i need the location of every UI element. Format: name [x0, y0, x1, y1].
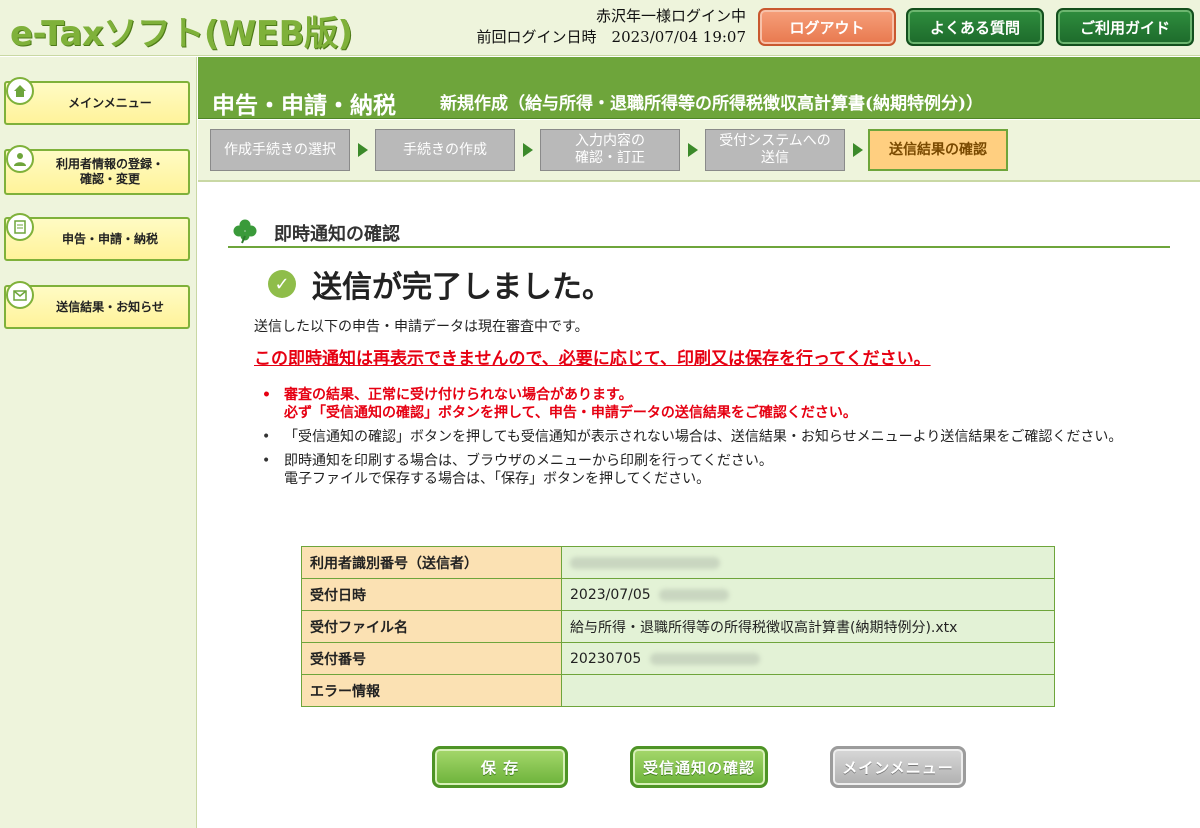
review-note: 送信した以下の申告・申請データは現在審査中です。: [254, 319, 589, 335]
step-arrow-icon: [358, 143, 368, 157]
table-row: 受付日時 2023/07/05: [301, 578, 1055, 611]
home-icon: [6, 77, 34, 105]
step-confirm-result: 送信結果の確認: [868, 129, 1008, 171]
sidebar-item-results[interactable]: 送信結果・お知らせ: [4, 281, 190, 329]
guide-button[interactable]: ご利用ガイド: [1056, 8, 1194, 46]
table-row: 受付番号 20230705: [301, 642, 1055, 675]
list-item: 審査の結果、正常に受け付けられない場合があります。 必ず「受信通知の確認」ボタン…: [262, 386, 1172, 422]
check-receipt-button[interactable]: 受信通知の確認: [630, 746, 768, 788]
user-icon: [6, 145, 34, 173]
sidebar-item-label: 送信結果・お知らせ: [56, 299, 164, 314]
mail-icon: [6, 281, 34, 309]
clover-icon: [233, 219, 257, 244]
page-title: 申告・申請・納税: [212, 92, 396, 119]
row-value: [561, 546, 1055, 579]
title-bar: 申告・申請・納税 新規作成（給与所得・退職所得等の所得税徴収高計算書(納期特例分…: [198, 57, 1200, 119]
row-label: 利用者識別番号（送信者）: [301, 546, 562, 579]
redacted-value: [659, 588, 730, 601]
sidebar: メインメニュー 利用者情報の登録・ 確認・変更 申告・申請・納税 送信結果・お知…: [0, 57, 197, 828]
row-value: 20230705: [561, 642, 1055, 675]
row-label: 受付ファイル名: [301, 610, 562, 643]
step-confirm-input: 入力内容の 確認・訂正: [540, 129, 680, 171]
document-icon: [6, 213, 34, 241]
sidebar-item-user-info[interactable]: 利用者情報の登録・ 確認・変更: [4, 145, 190, 195]
logout-button[interactable]: ログアウト: [758, 8, 896, 46]
row-label: 受付番号: [301, 642, 562, 675]
faq-button[interactable]: よくある質問: [906, 8, 1044, 46]
redacted-value: [570, 556, 720, 569]
table-row: エラー情報: [301, 674, 1055, 707]
login-user: 赤沢年一様ログイン中: [595, 7, 746, 25]
sidebar-item-label: メインメニュー: [68, 95, 152, 110]
row-value: 給与所得・退職所得等の所得税徴収高計算書(納期特例分).xtx: [561, 610, 1055, 643]
completion-message: ✓ 送信が完了しました。: [268, 262, 612, 306]
row-label: エラー情報: [301, 674, 562, 707]
table-row: 受付ファイル名 給与所得・退職所得等の所得税徴収高計算書(納期特例分).xtx: [301, 610, 1055, 643]
table-row: 利用者識別番号（送信者）: [301, 546, 1055, 579]
row-value: [561, 674, 1055, 707]
main-menu-button[interactable]: メインメニュー: [830, 746, 966, 788]
app-header: e-Taxソフト(WEB版) 赤沢年一様ログイン中 前回ログイン日時 2023/…: [0, 0, 1200, 56]
list-item: 「受信通知の確認」ボタンを押しても受信通知が表示されない場合は、送信結果・お知ら…: [262, 428, 1172, 446]
completion-text: 送信が完了しました。: [312, 270, 612, 305]
sidebar-item-filing[interactable]: 申告・申請・納税: [4, 213, 190, 261]
row-value: 2023/07/05: [561, 578, 1055, 611]
sidebar-item-label: 申告・申請・納税: [61, 231, 158, 246]
step-arrow-icon: [688, 143, 698, 157]
step-select-procedure: 作成手続きの選択: [210, 129, 350, 171]
receipt-table: 利用者識別番号（送信者） 受付日時 2023/07/05 受付ファイル名 給与所…: [301, 546, 1055, 707]
step-create-procedure: 手続きの作成: [375, 129, 515, 171]
row-label: 受付日時: [301, 578, 562, 611]
save-button[interactable]: 保 存: [432, 746, 568, 788]
sidebar-item-main-menu[interactable]: メインメニュー: [4, 77, 190, 125]
progress-steps: 作成手続きの選択 手続きの作成 入力内容の 確認・訂正 受付システムへの 送信 …: [198, 120, 1200, 182]
last-login: 前回ログイン日時 2023/07/04 19:07: [476, 28, 746, 46]
login-info: 赤沢年一様ログイン中 前回ログイン日時 2023/07/04 19:07: [468, 6, 746, 48]
list-item: 即時通知を印刷する場合は、ブラウザのメニューから印刷を行ってください。 電子ファ…: [262, 452, 1172, 488]
section-title: 即時通知の確認: [274, 224, 400, 245]
step-send: 受付システムへの 送信: [705, 129, 845, 171]
section-heading: 即時通知の確認: [228, 214, 1170, 248]
redacted-value: [649, 652, 760, 665]
notice-list: 審査の結果、正常に受け付けられない場合があります。 必ず「受信通知の確認」ボタン…: [262, 386, 1172, 494]
check-icon: ✓: [268, 270, 296, 298]
step-arrow-icon: [523, 143, 533, 157]
step-arrow-icon: [853, 143, 863, 157]
app-logo[interactable]: e-Taxソフト(WEB版): [10, 6, 353, 55]
reprint-warning: この即時通知は再表示できませんので、必要に応じて、印刷又は保存を行ってください。: [254, 349, 931, 369]
page-subtitle: 新規作成（給与所得・退職所得等の所得税徴収高計算書(納期特例分)）: [440, 94, 984, 114]
